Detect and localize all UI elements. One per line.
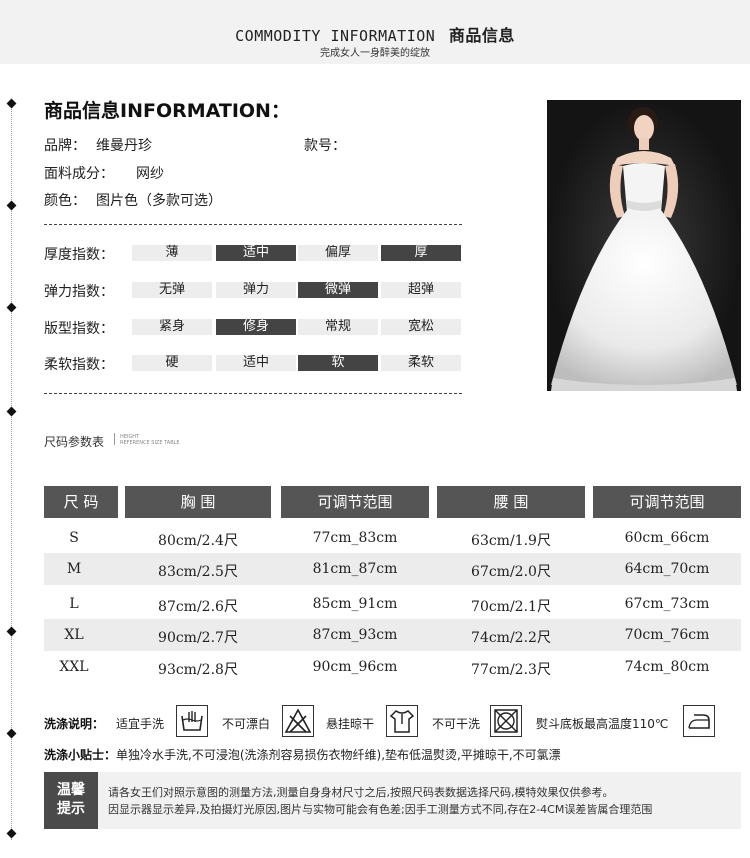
brand-label: 品牌： (44, 138, 86, 154)
style-label: 款号： (304, 138, 346, 154)
divider (44, 393, 462, 394)
index-label: 版型指数： (44, 321, 114, 337)
index-option-selected: 软 (298, 355, 378, 371)
index-option: 超弹 (381, 282, 461, 298)
brand-value: 维曼丹珍 (96, 138, 152, 154)
notice-badge-line2: 提示 (57, 801, 85, 817)
wash-item-text: 熨斗底板最高温度110℃ (536, 717, 669, 731)
index-option-selected: 适中 (216, 245, 296, 261)
divider (44, 224, 462, 225)
size-cell: XL (64, 627, 84, 643)
rail-dot (6, 98, 17, 109)
table-cell: 74cm/2.2尺 (471, 630, 551, 646)
table-cell: 83cm/2.5尺 (158, 564, 238, 580)
color-label: 颜色： (44, 193, 86, 209)
wash-tips: 洗涤小贴士：单独冷水手洗,不可浸泡(洗涤剂容易损伤衣物纤维),垫布低温熨烫,平摊… (44, 746, 561, 763)
table-header-cell: 可调节范围 (281, 486, 429, 518)
rail-dot (6, 200, 17, 211)
index-label: 柔软指数： (44, 357, 114, 373)
table-cell: 70cm_76cm (624, 627, 710, 643)
rail-dot (6, 626, 17, 637)
wash-label: 洗涤说明： (44, 717, 105, 731)
notice-line: 请各女王们对照示意图的测量方法,测量自身身材尺寸之后,按照尺码表数据选择尺码,模… (108, 786, 614, 799)
wedding-dress-illustration (547, 100, 741, 391)
index-option: 宽松 (381, 319, 461, 335)
info-section-title: 商品信息INFORMATION： (44, 100, 290, 122)
index-option-selected: 微弹 (298, 282, 378, 298)
table-cell: 63cm/1.9尺 (471, 533, 551, 549)
table-header-cell: 胸 围 (125, 486, 271, 518)
index-option-selected: 修身 (216, 319, 296, 335)
index-option: 偏厚 (298, 245, 378, 261)
index-option: 薄 (132, 245, 212, 261)
size-table-title-en: HEIGHT REFERENCE SIZE TABLE (120, 434, 180, 446)
table-cell: 67cm_73cm (624, 596, 710, 612)
wash-tips-label: 洗涤小贴士： (44, 748, 117, 762)
fabric-value: 网纱 (136, 166, 164, 182)
table-cell: 87cm_93cm (312, 627, 398, 643)
wash-tips-text: 单独冷水手洗,不可浸泡(洗涤剂容易损伤衣物纤维),垫布低温熨烫,平摊晾干,不可氯… (116, 748, 561, 762)
table-header-cell: 尺 码 (44, 486, 118, 518)
color-value: 图片色（多款可选） (96, 193, 222, 209)
index-option: 无弹 (132, 282, 212, 298)
table-cell: 93cm/2.8尺 (158, 662, 238, 678)
title-divider (114, 433, 115, 445)
table-cell: 74cm_80cm (624, 659, 710, 675)
header-subtitle: 完成女人一身醉美的绽放 (320, 48, 430, 59)
table-cell: 90cm_96cm (312, 659, 398, 675)
table-cell: 67cm/2.0尺 (471, 564, 551, 580)
hang-dry-icon (386, 705, 418, 737)
iron-icon (683, 705, 715, 737)
fabric-label: 面料成分： (44, 166, 114, 182)
rail-dot (6, 828, 17, 839)
table-cell: 64cm_70cm (624, 561, 710, 577)
header-title-zh: 商品信息 (448, 26, 515, 45)
table-header-cell: 腰 围 (437, 486, 585, 518)
size-cell: M (66, 561, 82, 577)
table-cell: 81cm_87cm (312, 561, 398, 577)
notice-badge-line1: 温馨 (57, 782, 85, 798)
header-title-en: COMMODITY INFORMATION (235, 27, 436, 45)
table-cell: 90cm/2.7尺 (158, 630, 238, 646)
no-dry-clean-icon (490, 705, 522, 737)
table-header-cell: 可调节范围 (593, 486, 741, 518)
index-option: 适中 (216, 355, 296, 371)
notice-line: 因显示器显示差异,及拍摄灯光原因,图片与实物可能会有色差;因手工测量方式不同,存… (108, 803, 653, 816)
table-cell: 85cm_91cm (312, 596, 398, 612)
no-bleach-icon (282, 705, 314, 737)
page-title: COMMODITY INFORMATION 商品信息 (0, 22, 750, 46)
wash-item-text: 不可漂白 (222, 717, 271, 731)
table-cell: 80cm/2.4尺 (158, 533, 238, 549)
rail-dot (6, 302, 17, 313)
index-option: 紧身 (132, 319, 212, 335)
table-cell: 60cm_66cm (624, 530, 710, 546)
size-cell: XXL (59, 659, 89, 675)
index-option-selected: 厚 (381, 245, 461, 261)
rail-dot (6, 406, 17, 417)
index-option: 弹力 (216, 282, 296, 298)
size-cell: L (69, 596, 79, 612)
table-cell: 87cm/2.6尺 (158, 599, 238, 615)
title-en-line2: REFERENCE SIZE TABLE (120, 440, 180, 446)
model-photo (547, 100, 741, 391)
size-cell: S (69, 530, 79, 546)
index-option: 硬 (132, 355, 212, 371)
hand-wash-icon (176, 705, 208, 737)
wash-item-text: 不可干洗 (432, 717, 481, 731)
size-table-title: 尺码参数表 (44, 435, 105, 449)
wash-item-text: 适宜手洗 (116, 717, 165, 731)
index-option: 柔软 (381, 355, 461, 371)
notice-badge: 温馨 提示 (44, 772, 98, 829)
table-cell: 77cm_83cm (312, 530, 398, 546)
index-label: 弹力指数： (44, 284, 114, 300)
wash-item-text: 悬挂晾干 (326, 717, 375, 731)
rail-dot (6, 728, 17, 739)
index-label: 厚度指数： (44, 247, 114, 263)
table-cell: 77cm/2.3尺 (471, 662, 551, 678)
index-option: 常规 (298, 319, 378, 335)
table-cell: 70cm/2.1尺 (471, 599, 551, 615)
